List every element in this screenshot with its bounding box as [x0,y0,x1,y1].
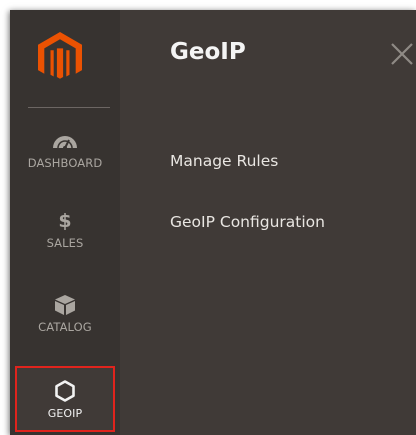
dollar-icon: $ [58,210,72,232]
hexagon-icon [50,380,80,402]
sidebar-item-label: SALES [46,236,84,250]
sidebar-item-catalog[interactable]: CATALOG [10,294,120,370]
menu-link-manage-rules[interactable]: Manage Rules [170,152,278,170]
menu-link-geoip-configuration[interactable]: GeoIP Configuration [170,213,325,231]
sidebar-item-label: CATALOG [38,320,92,334]
sidebar-item-sales[interactable]: $ SALES [10,210,120,286]
admin-sidebar: DASHBOARD $ SALES CATALOG GEOIP [10,10,120,435]
magento-logo-icon[interactable] [38,32,82,84]
box-icon [50,294,80,316]
sidebar-item-label: GEOIP [47,407,83,420]
close-icon[interactable] [388,40,416,68]
panel-title: GeoIP [170,39,246,65]
speedometer-icon [50,130,80,152]
sidebar-item-geoip[interactable]: GEOIP [15,366,115,432]
sidebar-item-label: DASHBOARD [27,156,103,170]
admin-window: DASHBOARD $ SALES CATALOG GEOIP GeoIP Ma… [10,10,416,435]
sidebar-divider [28,107,110,108]
sidebar-item-dashboard[interactable]: DASHBOARD [10,130,120,206]
